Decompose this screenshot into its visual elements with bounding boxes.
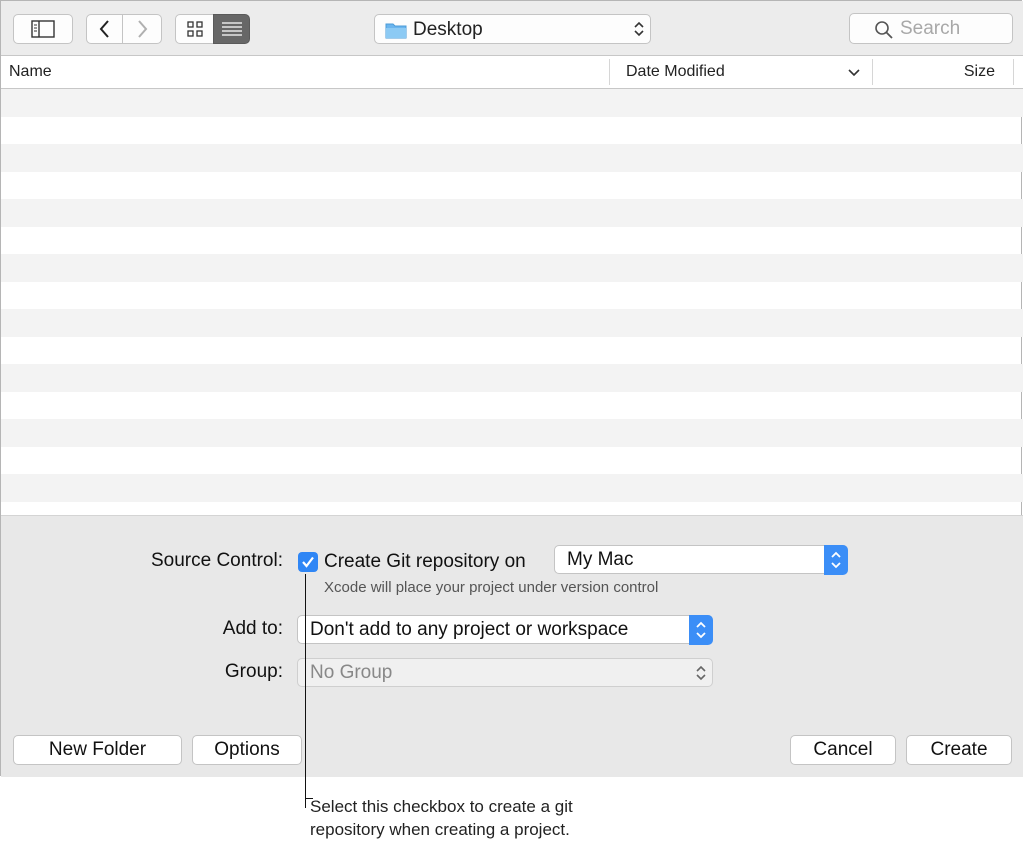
updown-chevron-icon (831, 551, 841, 569)
new-folder-button[interactable]: New Folder (13, 735, 182, 765)
source-control-label: Source Control: (150, 550, 283, 571)
source-control-hint: Xcode will place your project under vers… (324, 579, 659, 596)
group-label: Group: (224, 661, 283, 682)
sidebar-icon (31, 20, 55, 38)
updown-chevron-icon (696, 621, 706, 639)
create-button[interactable]: Create (906, 735, 1012, 765)
icon-view-button[interactable] (175, 14, 214, 44)
list-row (1, 199, 1023, 227)
updown-chevron-icon (634, 21, 644, 37)
create-git-label[interactable]: Create Git repository on (324, 551, 526, 573)
list-row (1, 419, 1023, 447)
list-row (1, 172, 1023, 200)
popup-stepper (689, 615, 713, 645)
search-field[interactable]: Search (849, 13, 1013, 44)
list-row (1, 117, 1023, 145)
chevron-down-icon (848, 69, 860, 77)
list-view-button[interactable] (213, 14, 250, 44)
button-bar: New Folder Options Cancel Create (1, 721, 1023, 777)
column-header: Name Date Modified Size (1, 56, 1023, 89)
callout-text: Select this checkbox to create a git rep… (310, 797, 573, 839)
file-list[interactable] (1, 89, 1023, 515)
list-view-icon (221, 22, 242, 36)
create-git-checkbox[interactable] (298, 552, 318, 572)
column-divider (1013, 59, 1014, 85)
list-row (1, 144, 1023, 172)
column-size[interactable]: Size (964, 63, 995, 81)
sidebar-toggle-button[interactable] (13, 14, 73, 44)
list-row (1, 364, 1023, 392)
list-row (1, 447, 1023, 475)
add-to-label: Add to: (222, 618, 283, 639)
list-row (1, 502, 1023, 516)
save-dialog: Desktop Search Name Date Modified Size S… (0, 0, 1023, 777)
column-date-modified[interactable]: Date Modified (626, 63, 725, 81)
list-row (1, 254, 1023, 282)
group-popup: No Group (297, 658, 713, 687)
list-row (1, 282, 1023, 310)
column-name[interactable]: Name (9, 63, 52, 81)
add-to-value: Don't add to any project or workspace (310, 619, 629, 640)
updown-chevron-icon (696, 665, 706, 681)
search-placeholder: Search (900, 18, 961, 39)
popup-stepper (824, 545, 848, 575)
list-row (1, 89, 1023, 117)
list-row (1, 227, 1023, 255)
location-label: Desktop (413, 19, 483, 40)
toolbar: Desktop Search (1, 1, 1023, 56)
icon-view-icon (186, 21, 203, 37)
forward-button[interactable] (122, 14, 162, 44)
list-row (1, 337, 1023, 365)
checkmark-icon (302, 556, 314, 568)
repository-location-popup[interactable]: My Mac (554, 545, 848, 575)
cancel-button[interactable]: Cancel (790, 735, 896, 765)
callout-leader-line (305, 574, 306, 808)
location-popup[interactable]: Desktop (374, 14, 651, 44)
column-divider[interactable] (609, 59, 610, 85)
group-value: No Group (310, 662, 393, 683)
repository-location-value: My Mac (567, 549, 634, 570)
list-row (1, 309, 1023, 337)
list-row (1, 474, 1023, 502)
forward-icon (138, 20, 148, 38)
back-icon (99, 20, 109, 38)
folder-icon (385, 23, 407, 39)
list-row (1, 392, 1023, 420)
add-to-popup[interactable]: Don't add to any project or workspace (297, 615, 713, 645)
search-icon (875, 21, 893, 39)
back-button[interactable] (86, 14, 123, 44)
column-divider[interactable] (872, 59, 873, 85)
options-button[interactable]: Options (192, 735, 302, 765)
